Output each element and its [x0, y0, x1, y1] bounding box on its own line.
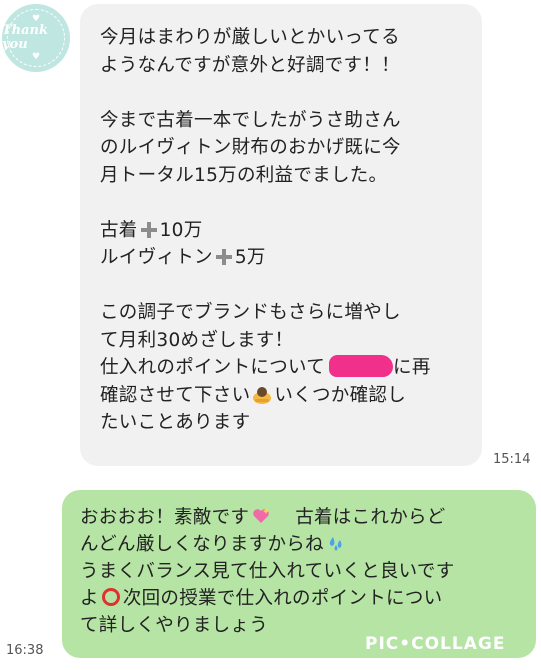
message-text: 古着はこれからど — [295, 507, 446, 528]
message-text: おおおお！素敵です — [80, 507, 250, 528]
message-line-item: ルイヴィトン 5万 — [100, 244, 466, 272]
pic-collage-watermark: PIC•COLLAGE — [365, 634, 506, 654]
message-text: よ — [80, 588, 99, 609]
message-line: ようなんですが意外と好調です！！ — [100, 54, 400, 76]
avatar-text: Thank you — [2, 23, 49, 52]
message-text: に再 — [393, 357, 431, 378]
plus-icon — [140, 221, 157, 238]
item-value: 10万 — [159, 219, 203, 241]
message-line: おおおお！素敵です 古着はこれからど — [80, 504, 524, 531]
sparkling-heart-icon — [253, 508, 270, 523]
item-value: 5万 — [234, 247, 266, 268]
message-line: 仕入れのポイントについて に再 — [100, 354, 466, 382]
redaction-mark — [329, 355, 394, 377]
outgoing-message-bubble[interactable]: おおおお！素敵です 古着はこれからど んどん厳しくなりますからね うまくバランス… — [62, 490, 536, 658]
message-line: て月利30めざします！ — [100, 329, 294, 351]
message-line: 確認させて下さい いくつか確認し — [100, 382, 466, 410]
heart-icon: ♥ — [31, 52, 41, 62]
contact-avatar[interactable]: ♥ Thank you ♥ — [2, 4, 70, 72]
message-line: よ 次回の授業で仕入れのポイントについ — [80, 585, 524, 612]
item-label: 古着 — [100, 219, 138, 241]
red-circle-icon — [101, 588, 120, 606]
incoming-timestamp: 15:14 — [493, 452, 531, 467]
message-text: いくつか確認し — [274, 384, 407, 406]
incoming-message-bubble[interactable]: 今月はまわりが厳しいとかいってる ようなんですが意外と好調です！！ 今まで古着一… — [80, 4, 482, 466]
message-line: うまくバランス見て仕入れていくと良いです — [80, 561, 455, 582]
sweat-droplets-icon — [329, 537, 342, 551]
message-line: たいことあります — [100, 412, 251, 433]
bowing-emoji-icon — [253, 386, 272, 404]
message-text: 確認させて下さい — [100, 384, 251, 406]
message-text: んどん厳しくなりますからね — [80, 534, 324, 555]
message-line: んどん厳しくなりますからね — [80, 531, 524, 558]
message-text: 仕入れのポイントについて — [100, 357, 326, 378]
message-line: 今月はまわりが厳しいとかいってる — [100, 27, 400, 48]
message-line-item: 古着 10万 — [100, 217, 466, 245]
outgoing-timestamp: 16:38 — [6, 643, 44, 658]
message-line: のルイヴィトン財布のおかげ既に今 — [100, 137, 401, 158]
plus-icon — [215, 249, 232, 265]
message-line: 月トータル15万の利益でました。 — [100, 164, 388, 186]
message-text: 次回の授業で仕入れのポイントについ — [122, 588, 443, 609]
item-label: ルイヴィトン — [100, 247, 213, 268]
message-line: 今まで古着一本でしたがうさ助さん — [100, 109, 401, 131]
message-line: この調子でブランドもさらに増やし — [100, 302, 401, 323]
